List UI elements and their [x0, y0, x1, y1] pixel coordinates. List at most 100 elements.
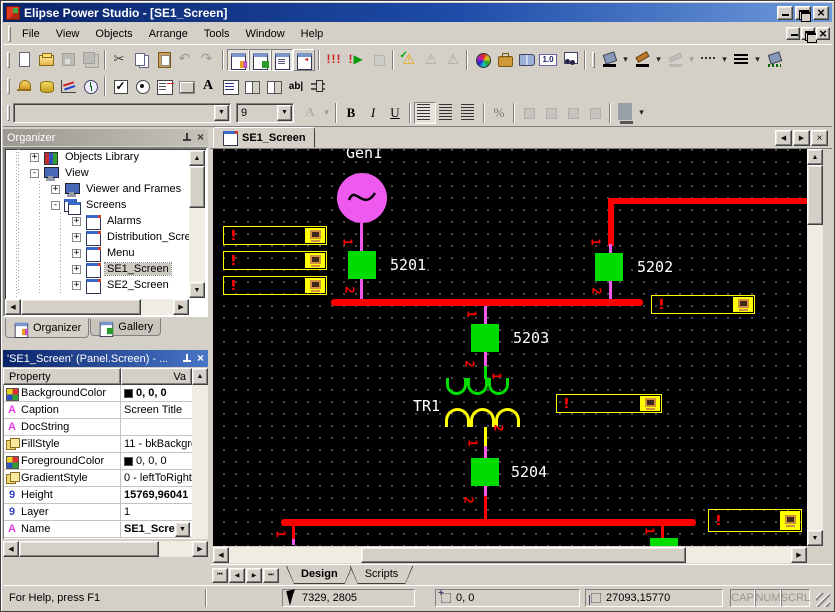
- property-row-backgroundcolor[interactable]: BackgroundColor 0, 0, 0: [4, 385, 207, 402]
- generator-label[interactable]: Gen1: [346, 149, 382, 162]
- font-size-dropdown[interactable]: ▼: [277, 104, 292, 121]
- font-name-combo[interactable]: ▼: [13, 102, 231, 123]
- scroll-down-icon[interactable]: ▼: [807, 530, 823, 546]
- alarm-display-2[interactable]: !: [223, 251, 327, 270]
- alarm-display-4[interactable]: !: [651, 295, 755, 314]
- connector-line[interactable]: [484, 306, 487, 324]
- alarm-display-1[interactable]: !: [223, 226, 327, 245]
- toolbar-grip[interactable]: [7, 78, 10, 94]
- tree-expander[interactable]: +: [51, 184, 60, 194]
- frame-color-button[interactable]: [614, 102, 636, 124]
- terminal-label[interactable]: 2: [343, 286, 357, 293]
- tab-scripts[interactable]: Scripts: [350, 566, 414, 584]
- connector-line[interactable]: [484, 486, 487, 496]
- mdi-restore-button[interactable]: [801, 27, 817, 43]
- property-row-layer[interactable]: 9 Layer 1: [4, 504, 207, 521]
- properties-panel-titlebar[interactable]: 'SE1_Screen' (Panel.Screen) - ... ×: [3, 350, 208, 367]
- tree-scroll-thumb[interactable]: [189, 166, 205, 208]
- fill-color-button[interactable]: [598, 49, 620, 71]
- minimize-button[interactable]: [777, 5, 793, 20]
- button-control-button[interactable]: [175, 75, 197, 97]
- radio-control-button[interactable]: [131, 75, 153, 97]
- name-value-dropdown[interactable]: ▼: [175, 522, 190, 537]
- percent-format-button[interactable]: %: [488, 102, 510, 124]
- feeder-line-vertical[interactable]: [608, 198, 614, 246]
- canvas-hscroll-thumb[interactable]: [361, 547, 686, 563]
- grid-vertical-scrollbar[interactable]: [192, 385, 208, 539]
- search-button[interactable]: [559, 49, 581, 71]
- tree-expander[interactable]: +: [72, 280, 81, 290]
- cut-button[interactable]: [109, 49, 131, 71]
- font-name-dropdown[interactable]: ▼: [214, 104, 229, 121]
- terminal-label[interactable]: 1: [341, 238, 355, 245]
- tree-expander[interactable]: -: [51, 200, 60, 210]
- scroll-up-icon[interactable]: ▲: [807, 149, 823, 165]
- gallery-toggle-button[interactable]: [249, 48, 271, 71]
- toolbar-grip[interactable]: [592, 51, 595, 68]
- tree-vertical-scrollbar[interactable]: ▲ ▼: [189, 150, 205, 298]
- breaker-5201-label[interactable]: 5201: [390, 256, 426, 274]
- verify-application-button[interactable]: [397, 49, 419, 71]
- breaker-5203-label[interactable]: 5203: [513, 329, 549, 347]
- grid-horizontal-scrollbar[interactable]: ◀ ▶: [3, 541, 208, 557]
- bold-button[interactable]: B: [340, 102, 362, 124]
- line-style-dropdown[interactable]: [719, 49, 730, 71]
- tab-scroll-right-icon[interactable]: ▶: [793, 130, 810, 146]
- scroll-right-icon[interactable]: ▶: [173, 299, 189, 315]
- tree-item-se1-screen[interactable]: + SE1_Screen: [5, 261, 206, 278]
- undo-button[interactable]: [175, 49, 197, 71]
- canvas-vertical-scrollbar[interactable]: ▲ ▼: [807, 149, 823, 546]
- copy-button[interactable]: [131, 49, 153, 71]
- setpoint-control-button[interactable]: [263, 75, 285, 97]
- font-color-dropdown[interactable]: [321, 102, 332, 124]
- font-size-combo[interactable]: 9 ▼: [236, 102, 294, 123]
- scroll-left-icon[interactable]: ◀: [5, 299, 21, 315]
- title-bar[interactable]: Elipse Power Studio - [SE1_Screen]: [3, 3, 832, 22]
- tree-item-view[interactable]: - View: [5, 165, 206, 181]
- updown-control-button[interactable]: [241, 75, 263, 97]
- tree-expander[interactable]: -: [30, 168, 39, 178]
- new-button[interactable]: [13, 49, 35, 71]
- connector-line[interactable]: [609, 244, 612, 253]
- line-width-dropdown[interactable]: [752, 49, 763, 71]
- tree-scroll-thumb[interactable]: [21, 299, 141, 315]
- scroll-right-icon[interactable]: ▶: [192, 541, 208, 557]
- property-row-fillstyle[interactable]: FillStyle 11 - bkBackgro: [4, 436, 207, 453]
- redo-button[interactable]: [197, 49, 219, 71]
- alarm-object-button[interactable]: [13, 75, 35, 97]
- tree-expander[interactable]: +: [72, 216, 81, 226]
- shrink-width-button[interactable]: [584, 102, 606, 124]
- display-control-button[interactable]: [219, 75, 241, 97]
- first-view-icon[interactable]: ⏮: [212, 567, 228, 583]
- transformer-primary-winding[interactable]: [446, 378, 509, 395]
- background-style-button[interactable]: [763, 49, 785, 71]
- scroll-right-icon[interactable]: ▶: [791, 547, 807, 563]
- line-width-button[interactable]: [730, 49, 752, 71]
- menu-window[interactable]: Window: [238, 25, 293, 43]
- tree-expander[interactable]: +: [30, 152, 39, 162]
- default-values-button[interactable]: 1.0: [537, 49, 559, 71]
- grow-height-button[interactable]: [518, 102, 540, 124]
- tree-item-menu[interactable]: + Menu: [5, 245, 206, 262]
- tree-item-alarms[interactable]: + Alarms: [5, 213, 206, 230]
- align-center-button[interactable]: [436, 102, 458, 124]
- run-application-button[interactable]: [345, 49, 367, 71]
- tab-design[interactable]: Design: [286, 566, 353, 584]
- properties-toggle-button[interactable]: [271, 48, 293, 71]
- feeder-line-horizontal[interactable]: [608, 198, 807, 204]
- terminal-label[interactable]: 1: [466, 439, 480, 446]
- grow-width-button[interactable]: [562, 102, 584, 124]
- pin-icon[interactable]: [182, 133, 191, 142]
- breaker-5203[interactable]: [471, 324, 499, 352]
- next-view-icon[interactable]: ▶: [246, 567, 262, 583]
- previous-view-icon[interactable]: ◀: [229, 567, 245, 583]
- menu-arrange[interactable]: Arrange: [141, 25, 196, 43]
- line-style-button[interactable]: [697, 49, 719, 71]
- alarm-display-6[interactable]: !: [708, 509, 802, 532]
- breaker-5202-label[interactable]: 5202: [637, 258, 673, 276]
- property-row-height[interactable]: 9 Height 15769,96041: [4, 487, 207, 504]
- brush-color-dropdown[interactable]: [653, 49, 664, 71]
- font-color-button[interactable]: A: [299, 102, 321, 124]
- stop-application-button[interactable]: [367, 49, 389, 71]
- breaker-5204[interactable]: [471, 458, 499, 486]
